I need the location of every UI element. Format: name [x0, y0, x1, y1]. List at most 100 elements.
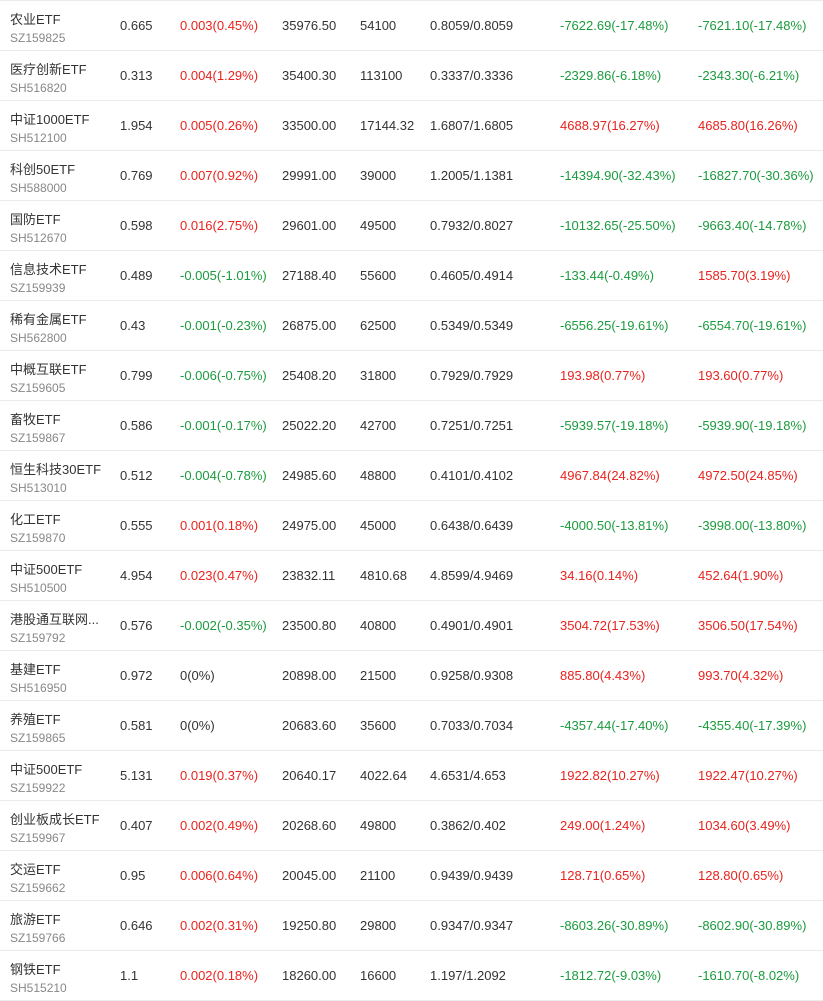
market-value-cell: 23832.11: [282, 568, 336, 583]
fund-name-cell[interactable]: 养殖ETF SZ159865: [10, 701, 110, 750]
fund-name[interactable]: 农业ETF: [10, 9, 61, 28]
change-cell: -0.004(-0.78%): [180, 468, 267, 483]
fund-name[interactable]: 创业板成长ETF: [10, 809, 100, 828]
table-row[interactable]: 恒生科技30ETF SH513010 0.512 -0.004(-0.78%) 2498…: [0, 451, 823, 501]
fund-name[interactable]: 医疗创新ETF: [10, 59, 87, 78]
cost-price-cell: 0.3862/0.402: [430, 818, 506, 833]
holding-quantity-cell: 62500: [360, 318, 397, 333]
table-row[interactable]: 中证500ETF SZ159922 5.131 0.019(0.37%) 20640.1…: [0, 751, 823, 801]
fund-name-cell[interactable]: 科创50ETF SH588000: [10, 151, 110, 200]
total-profit-loss-cell: -8602.90(-30.89%): [698, 918, 807, 933]
table-row[interactable]: 港股通互联网... SZ159792 0.576 -0.002(-0.35%) 2350…: [0, 601, 823, 651]
price-cell: 0.646: [120, 918, 153, 933]
table-row[interactable]: 钢铁ETF SH515210 1.1 0.002(0.18%) 18260.00 1660…: [0, 951, 823, 1001]
holding-quantity-cell: 40800: [360, 618, 397, 633]
price-cell: 0.972: [120, 668, 153, 683]
change-cell: 0(0%): [180, 718, 215, 733]
price-cell: 0.313: [120, 68, 153, 83]
total-profit-loss-cell: 1034.60(3.49%): [698, 818, 791, 833]
table-row[interactable]: 信息技术ETF SZ159939 0.489 -0.005(-1.01%) 27188.…: [0, 251, 823, 301]
table-row[interactable]: 交运ETF SZ159662 0.95 0.006(0.64%) 20045.00 211…: [0, 851, 823, 901]
fund-name-cell[interactable]: 国防ETF SH512670: [10, 201, 110, 250]
fund-name-cell[interactable]: 医疗创新ETF SH516820: [10, 51, 110, 100]
fund-code: SZ159825: [10, 31, 66, 45]
change-cell: 0.002(0.31%): [180, 918, 259, 933]
profit-loss-cell: 34.16(0.14%): [560, 568, 639, 583]
table-row[interactable]: 中概互联ETF SZ159605 0.799 -0.006(-0.75%) 25408.…: [0, 351, 823, 401]
fund-name-cell[interactable]: 稀有金属ETF SH562800: [10, 301, 110, 350]
fund-name-cell[interactable]: 畜牧ETF SZ159867: [10, 401, 110, 450]
holding-quantity-cell: 29800: [360, 918, 397, 933]
fund-code: SH512670: [10, 231, 67, 245]
price-cell: 0.95: [120, 868, 146, 883]
fund-name[interactable]: 中证500ETF: [10, 559, 82, 578]
fund-name-cell[interactable]: 钢铁ETF SH515210: [10, 951, 110, 1000]
fund-name-cell[interactable]: 中概互联ETF SZ159605: [10, 351, 110, 400]
total-profit-loss-cell: -1610.70(-8.02%): [698, 968, 800, 983]
market-value-cell: 18260.00: [282, 968, 337, 983]
table-row[interactable]: 中证500ETF SH510500 4.954 0.023(0.47%) 23832.1…: [0, 551, 823, 601]
fund-name[interactable]: 交运ETF: [10, 859, 61, 878]
table-row[interactable]: 创业板成长ETF SZ159967 0.407 0.002(0.49%) 20268.6…: [0, 801, 823, 851]
profit-loss-cell: -7622.69(-17.48%): [560, 18, 669, 33]
fund-name-cell[interactable]: 中证500ETF SZ159922: [10, 751, 110, 800]
fund-code: SH512100: [10, 131, 67, 145]
total-profit-loss-cell: -6554.70(-19.61%): [698, 318, 807, 333]
fund-name-cell[interactable]: 中证500ETF SH510500: [10, 551, 110, 600]
total-profit-loss-cell: 452.64(1.90%): [698, 568, 784, 583]
table-row[interactable]: 畜牧ETF SZ159867 0.586 -0.001(-0.17%) 25022.20…: [0, 401, 823, 451]
fund-name[interactable]: 中证1000ETF: [10, 109, 89, 128]
price-cell: 0.799: [120, 368, 153, 383]
table-row[interactable]: 中证1000ETF SH512100 1.954 0.005(0.26%) 33500.…: [0, 101, 823, 151]
fund-name[interactable]: 畜牧ETF: [10, 409, 61, 428]
fund-name[interactable]: 科创50ETF: [10, 159, 75, 178]
market-value-cell: 20640.17: [282, 768, 337, 783]
fund-code: SH588000: [10, 181, 67, 195]
fund-name[interactable]: 港股通互联网...: [10, 609, 99, 628]
market-value-cell: 29991.00: [282, 168, 337, 183]
fund-name[interactable]: 化工ETF: [10, 509, 61, 528]
table-row[interactable]: 基建ETF SH516950 0.972 0(0%) 20898.00 21500 0.92…: [0, 651, 823, 701]
fund-code: SZ159605: [10, 381, 66, 395]
fund-name[interactable]: 信息技术ETF: [10, 259, 87, 278]
fund-name[interactable]: 中概互联ETF: [10, 359, 87, 378]
fund-name-cell[interactable]: 恒生科技30ETF SH513010: [10, 451, 110, 500]
change-cell: 0.016(2.75%): [180, 218, 259, 233]
holding-quantity-cell: 35600: [360, 718, 397, 733]
total-profit-loss-cell: -7621.10(-17.48%): [698, 18, 807, 33]
fund-name-cell[interactable]: 农业ETF SZ159825: [10, 1, 110, 50]
fund-name[interactable]: 旅游ETF: [10, 909, 61, 928]
cost-price-cell: 0.9347/0.9347: [430, 918, 514, 933]
cost-price-cell: 0.6438/0.6439: [430, 518, 514, 533]
fund-name-cell[interactable]: 化工ETF SZ159870: [10, 501, 110, 550]
fund-name-cell[interactable]: 港股通互联网... SZ159792: [10, 601, 110, 650]
profit-loss-cell: 4967.84(24.82%): [560, 468, 660, 483]
holding-quantity-cell: 16600: [360, 968, 397, 983]
table-row[interactable]: 稀有金属ETF SH562800 0.43 -0.001(-0.23%) 26875.0…: [0, 301, 823, 351]
market-value-cell: 25022.20: [282, 418, 337, 433]
fund-name-cell[interactable]: 基建ETF SH516950: [10, 651, 110, 700]
fund-name[interactable]: 恒生科技30ETF: [10, 459, 101, 478]
fund-name-cell[interactable]: 交运ETF SZ159662: [10, 851, 110, 900]
fund-name-cell[interactable]: 创业板成长ETF SZ159967: [10, 801, 110, 850]
table-row[interactable]: 医疗创新ETF SH516820 0.313 0.004(1.29%) 35400.30…: [0, 51, 823, 101]
table-row[interactable]: 化工ETF SZ159870 0.555 0.001(0.18%) 24975.00 45…: [0, 501, 823, 551]
table-row[interactable]: 农业ETF SZ159825 0.665 0.003(0.45%) 35976.50 54…: [0, 1, 823, 51]
fund-name[interactable]: 基建ETF: [10, 659, 61, 678]
market-value-cell: 35976.50: [282, 18, 337, 33]
fund-name-cell[interactable]: 旅游ETF SZ159766: [10, 901, 110, 950]
fund-name[interactable]: 中证500ETF: [10, 759, 82, 778]
fund-name[interactable]: 稀有金属ETF: [10, 309, 87, 328]
table-row[interactable]: 养殖ETF SZ159865 0.581 0(0%) 20683.60 35600 0.70…: [0, 701, 823, 751]
table-row[interactable]: 科创50ETF SH588000 0.769 0.007(0.92%) 29991.00…: [0, 151, 823, 201]
fund-name[interactable]: 养殖ETF: [10, 709, 61, 728]
price-cell: 0.586: [120, 418, 153, 433]
fund-name[interactable]: 国防ETF: [10, 209, 61, 228]
table-row[interactable]: 旅游ETF SZ159766 0.646 0.002(0.31%) 19250.80 29…: [0, 901, 823, 951]
fund-name[interactable]: 钢铁ETF: [10, 959, 61, 978]
table-row[interactable]: 国防ETF SH512670 0.598 0.016(2.75%) 29601.00 49…: [0, 201, 823, 251]
fund-name-cell[interactable]: 中证1000ETF SH512100: [10, 101, 110, 150]
fund-name-cell[interactable]: 信息技术ETF SZ159939: [10, 251, 110, 300]
market-value-cell: 24975.00: [282, 518, 337, 533]
fund-code: SZ159967: [10, 831, 66, 845]
